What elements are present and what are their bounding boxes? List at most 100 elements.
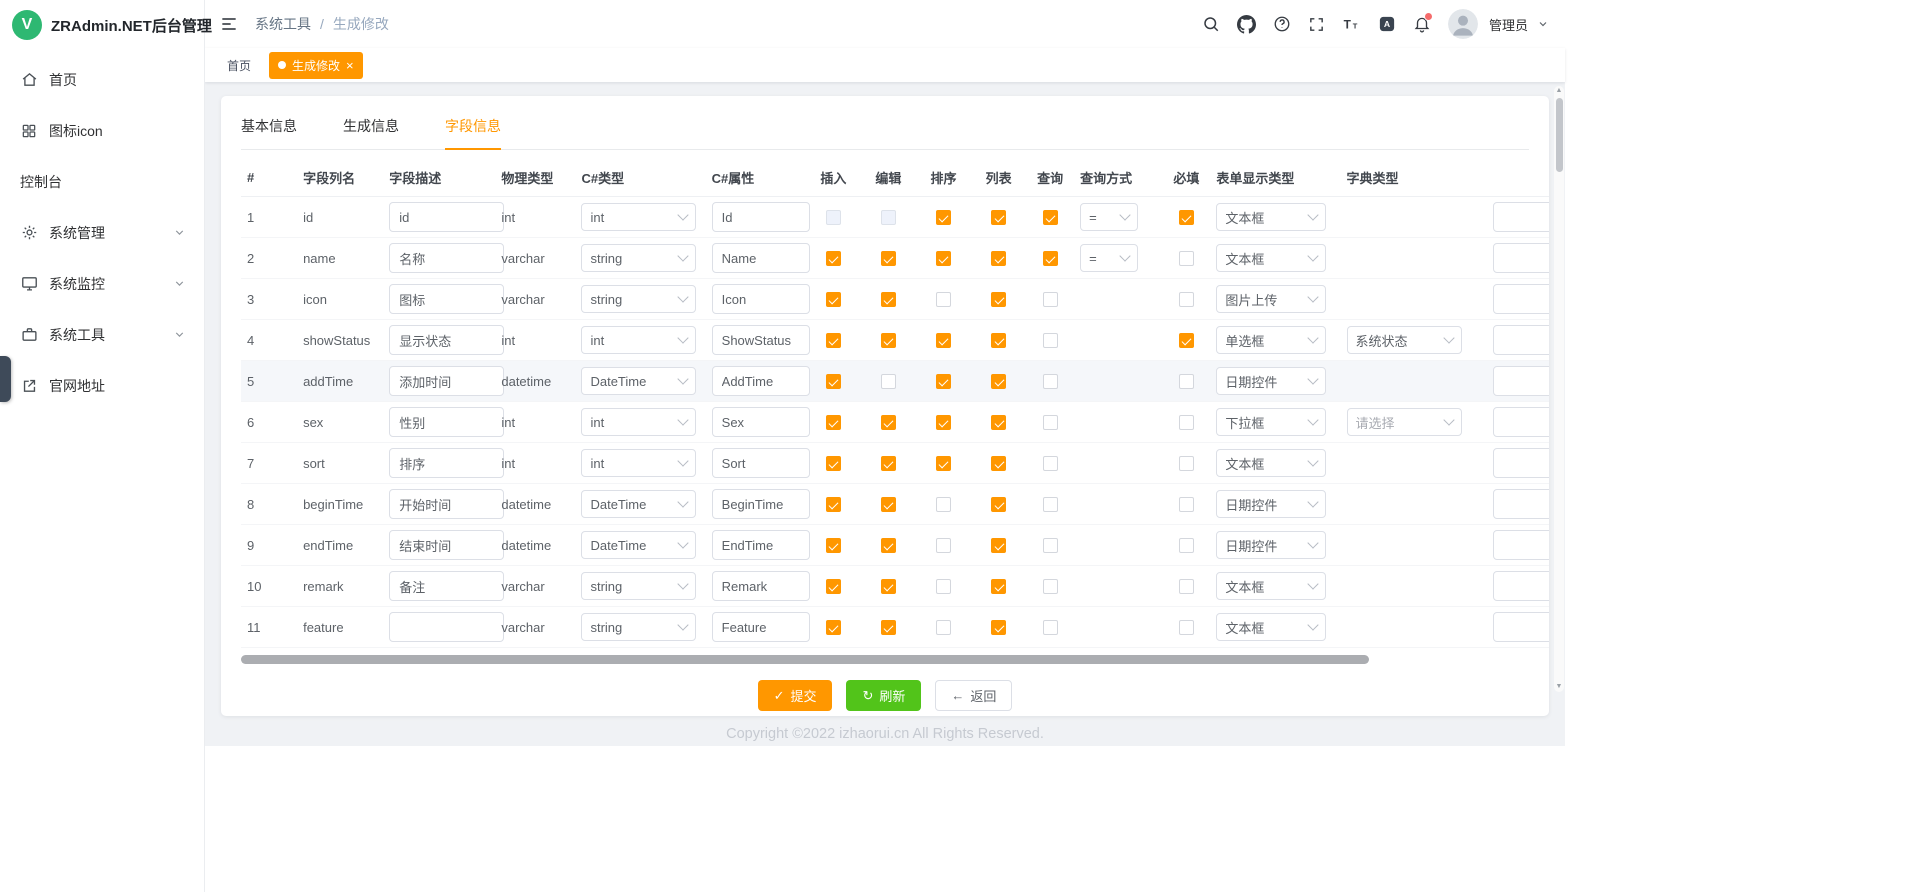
csharp-property-input[interactable] — [712, 243, 810, 273]
csharp-property-input[interactable] — [712, 571, 810, 601]
required-checkbox[interactable] — [1179, 374, 1194, 389]
fullscreen-icon[interactable] — [1308, 16, 1325, 33]
csharp-property-input[interactable] — [712, 530, 810, 560]
extra-input[interactable] — [1493, 202, 1549, 232]
sidebar-item-6[interactable]: 官网地址 — [0, 360, 204, 411]
extra-input[interactable] — [1493, 448, 1549, 478]
list-checkbox[interactable] — [991, 292, 1006, 307]
sort-checkbox[interactable] — [936, 456, 951, 471]
list-checkbox[interactable] — [991, 620, 1006, 635]
query-checkbox[interactable] — [1043, 415, 1058, 430]
edit-checkbox[interactable] — [881, 415, 896, 430]
vertical-scrollbar-thumb[interactable] — [1556, 98, 1563, 172]
insert-checkbox[interactable] — [826, 538, 841, 553]
query-checkbox[interactable] — [1043, 333, 1058, 348]
dict-type-select[interactable]: 请选择 — [1347, 408, 1462, 436]
csharp-type-select[interactable]: string — [581, 285, 696, 313]
extra-input[interactable] — [1493, 366, 1549, 396]
sort-checkbox[interactable] — [936, 251, 951, 266]
description-input[interactable] — [389, 612, 504, 642]
sort-checkbox[interactable] — [936, 415, 951, 430]
sort-checkbox[interactable] — [936, 579, 951, 594]
insert-checkbox[interactable] — [826, 374, 841, 389]
sidebar-item-2[interactable]: 控制台 — [0, 156, 204, 207]
username[interactable]: 管理员 — [1489, 15, 1528, 34]
edit-checkbox[interactable] — [881, 333, 896, 348]
display-type-select[interactable]: 下拉框 — [1216, 408, 1326, 436]
bell-icon[interactable] — [1413, 15, 1431, 33]
tab-0[interactable]: 基本信息 — [241, 116, 297, 149]
insert-checkbox[interactable] — [826, 497, 841, 512]
query-checkbox[interactable] — [1043, 292, 1058, 307]
list-checkbox[interactable] — [991, 456, 1006, 471]
extra-input[interactable] — [1493, 571, 1549, 601]
insert-checkbox[interactable] — [826, 579, 841, 594]
extra-input[interactable] — [1493, 407, 1549, 437]
sort-checkbox[interactable] — [936, 497, 951, 512]
insert-checkbox[interactable] — [826, 620, 841, 635]
required-checkbox[interactable] — [1179, 292, 1194, 307]
csharp-type-select[interactable]: int — [581, 326, 696, 354]
extra-input[interactable] — [1493, 530, 1549, 560]
sidebar-item-0[interactable]: 首页 — [0, 54, 204, 105]
csharp-property-input[interactable] — [712, 325, 810, 355]
required-checkbox[interactable] — [1179, 333, 1194, 348]
csharp-type-select[interactable]: DateTime — [581, 367, 696, 395]
list-checkbox[interactable] — [991, 333, 1006, 348]
description-input[interactable] — [389, 243, 504, 273]
avatar[interactable] — [1448, 9, 1478, 39]
edit-checkbox[interactable] — [881, 374, 896, 389]
csharp-property-input[interactable] — [712, 284, 810, 314]
extra-input[interactable] — [1493, 325, 1549, 355]
tag-home[interactable]: 首页 — [221, 52, 257, 79]
list-checkbox[interactable] — [991, 374, 1006, 389]
tag-active[interactable]: 生成修改 × — [269, 52, 363, 79]
extra-input[interactable] — [1493, 243, 1549, 273]
description-input[interactable] — [389, 530, 504, 560]
required-checkbox[interactable] — [1179, 415, 1194, 430]
sort-checkbox[interactable] — [936, 620, 951, 635]
list-checkbox[interactable] — [991, 497, 1006, 512]
required-checkbox[interactable] — [1179, 579, 1194, 594]
edit-checkbox[interactable] — [881, 251, 896, 266]
refresh-button[interactable]: ↻ 刷新 — [846, 680, 921, 711]
query-checkbox[interactable] — [1043, 620, 1058, 635]
edit-checkbox[interactable] — [881, 579, 896, 594]
sidebar-item-4[interactable]: 系统监控 — [0, 258, 204, 309]
display-type-select[interactable]: 文本框 — [1216, 572, 1326, 600]
csharp-type-select[interactable]: int — [581, 408, 696, 436]
query-op-select[interactable]: = — [1080, 244, 1138, 272]
query-checkbox[interactable] — [1043, 210, 1058, 225]
query-checkbox[interactable] — [1043, 251, 1058, 266]
insert-checkbox[interactable] — [826, 333, 841, 348]
collapse-sidebar-icon[interactable] — [219, 14, 239, 34]
description-input[interactable] — [389, 407, 504, 437]
sidebar-item-1[interactable]: 图标icon — [0, 105, 204, 156]
query-checkbox[interactable] — [1043, 456, 1058, 471]
search-icon[interactable] — [1202, 15, 1220, 33]
font-size-icon[interactable]: TT — [1342, 15, 1361, 34]
display-type-select[interactable]: 日期控件 — [1216, 490, 1326, 518]
submit-button[interactable]: ✓ 提交 — [758, 680, 833, 711]
csharp-property-input[interactable] — [712, 612, 810, 642]
sort-checkbox[interactable] — [936, 333, 951, 348]
display-type-select[interactable]: 文本框 — [1216, 613, 1326, 641]
csharp-type-select[interactable]: int — [581, 203, 696, 231]
insert-checkbox[interactable] — [826, 251, 841, 266]
tab-2[interactable]: 字段信息 — [445, 116, 501, 149]
description-input[interactable] — [389, 366, 504, 396]
description-input[interactable] — [389, 571, 504, 601]
display-type-select[interactable]: 单选框 — [1216, 326, 1326, 354]
breadcrumb-item[interactable]: 系统工具 — [255, 14, 311, 34]
description-input[interactable] — [389, 284, 504, 314]
sidebar-item-5[interactable]: 系统工具 — [0, 309, 204, 360]
display-type-select[interactable]: 文本框 — [1216, 244, 1326, 272]
display-type-select[interactable]: 日期控件 — [1216, 367, 1326, 395]
csharp-property-input[interactable] — [712, 202, 810, 232]
required-checkbox[interactable] — [1179, 538, 1194, 553]
description-input[interactable] — [389, 489, 504, 519]
csharp-type-select[interactable]: string — [581, 572, 696, 600]
edit-checkbox[interactable] — [881, 538, 896, 553]
csharp-type-select[interactable]: DateTime — [581, 490, 696, 518]
list-checkbox[interactable] — [991, 251, 1006, 266]
